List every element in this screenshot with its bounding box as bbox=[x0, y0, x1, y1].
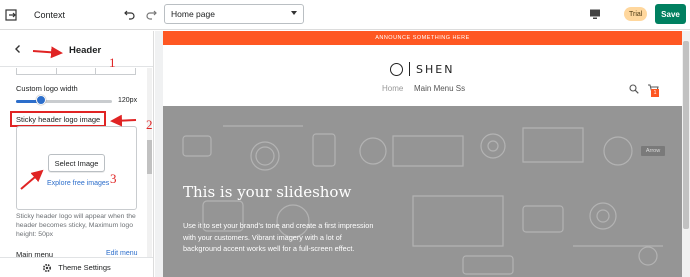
back-icon[interactable] bbox=[13, 44, 23, 54]
undo-icon bbox=[124, 10, 135, 20]
chevron-down-icon bbox=[291, 11, 297, 15]
theme-settings-button[interactable]: Theme Settings bbox=[0, 257, 153, 277]
brand-name: SHEN bbox=[416, 62, 455, 76]
announcement-bar[interactable]: ANNOUNCE SOMETHING HERE bbox=[163, 31, 682, 45]
logo-width-value: 120px bbox=[118, 97, 138, 104]
preview-scrollbar-thumb[interactable] bbox=[683, 41, 689, 229]
logo-width-slider-thumb[interactable] bbox=[35, 95, 46, 105]
sidebar-scrollbar-thumb[interactable] bbox=[147, 140, 152, 174]
page-select-value: Home page bbox=[171, 9, 215, 19]
exit-icon bbox=[5, 8, 17, 21]
annotation-number-2: 2 bbox=[146, 117, 153, 132]
exit-button[interactable] bbox=[0, 0, 22, 30]
preview-scrollbar[interactable] bbox=[682, 31, 690, 277]
edit-menu-link[interactable]: Edit menu bbox=[106, 250, 138, 257]
settings-sidebar: Header Custom logo width 120px Sticky he… bbox=[0, 31, 154, 277]
gear-icon bbox=[43, 263, 52, 272]
store-logo[interactable]: SHEN bbox=[390, 61, 454, 77]
hero-text: Use it to set your brand's tone and crea… bbox=[183, 221, 374, 253]
hero-corner-badge: Arrow bbox=[641, 146, 665, 156]
logo-width-slider-track[interactable] bbox=[16, 100, 112, 103]
top-bar: Context Home page Trial Save bbox=[0, 0, 690, 30]
explore-free-images-link[interactable]: Explore free images bbox=[47, 180, 109, 187]
cart-count-badge: 1 bbox=[651, 89, 659, 97]
store-preview: ANNOUNCE SOMETHING HERE SHEN Home Main M… bbox=[163, 31, 682, 277]
nav-link-home[interactable]: Home bbox=[382, 84, 403, 93]
nav-link-main-menu[interactable]: Main Menu Ss bbox=[414, 84, 465, 93]
search-icon[interactable] bbox=[629, 84, 639, 94]
page-select[interactable]: Home page bbox=[164, 4, 304, 24]
sticky-logo-help-text: Sticky header logo will appear when the … bbox=[16, 213, 136, 238]
sidebar-header: Header bbox=[0, 31, 153, 67]
undo-button[interactable] bbox=[122, 6, 138, 22]
redo-button[interactable] bbox=[143, 6, 159, 22]
segment-right[interactable] bbox=[96, 68, 135, 74]
sidebar-scrollbar[interactable] bbox=[147, 68, 152, 276]
annotation-number-3: 3 bbox=[110, 171, 117, 186]
trial-badge: Trial bbox=[624, 7, 648, 21]
section-title: Header bbox=[69, 45, 102, 56]
annotation-highlight-box bbox=[10, 111, 106, 127]
select-image-button[interactable]: Select Image bbox=[48, 154, 105, 172]
logo-circle-icon bbox=[390, 62, 403, 76]
context-label: Context bbox=[34, 9, 66, 20]
logo-alignment-segmented[interactable] bbox=[16, 68, 136, 75]
slideshow-hero[interactable]: Arrow This is your slideshow Use it to s… bbox=[163, 106, 682, 277]
logo-width-label: Custom logo width bbox=[16, 84, 78, 93]
segment-center[interactable] bbox=[57, 68, 97, 74]
redo-icon bbox=[146, 10, 157, 20]
annotation-number-1: 1 bbox=[109, 55, 116, 70]
desktop-icon[interactable] bbox=[589, 8, 601, 20]
save-button[interactable]: Save bbox=[655, 4, 686, 24]
logo-divider bbox=[409, 62, 410, 76]
hero-title: This is your slideshow bbox=[183, 183, 352, 201]
segment-left[interactable] bbox=[17, 68, 57, 74]
theme-settings-label: Theme Settings bbox=[58, 263, 111, 272]
